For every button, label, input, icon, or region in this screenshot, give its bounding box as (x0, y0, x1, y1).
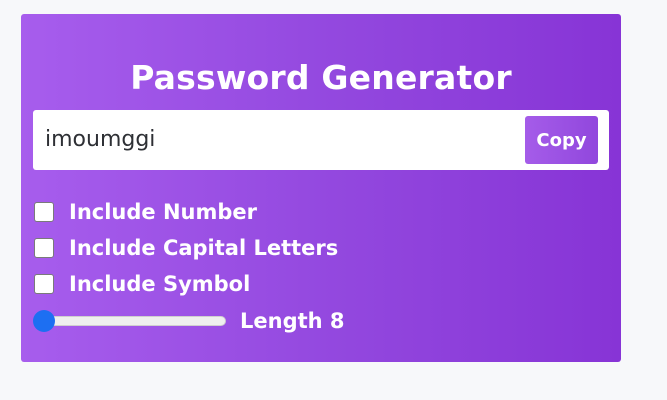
length-slider-thumb[interactable] (33, 310, 55, 332)
password-value: imoumggi (45, 127, 156, 152)
include-number-checkbox[interactable] (34, 202, 54, 222)
password-display: imoumggi Copy (33, 110, 609, 170)
include-capital-letters-checkbox[interactable] (34, 238, 54, 258)
copy-button[interactable]: Copy (525, 116, 598, 164)
include-symbol-checkbox[interactable] (34, 274, 54, 294)
password-generator-card: Password Generator imoumggi Copy Include… (21, 14, 621, 362)
include-capital-letters-label[interactable]: Include Capital Letters (69, 235, 338, 261)
length-label: Length 8 (240, 309, 345, 333)
include-number-label[interactable]: Include Number (69, 199, 257, 225)
option-include-capital-letters[interactable]: Include Capital Letters (34, 235, 338, 261)
length-control: Length 8 (33, 308, 345, 334)
include-symbol-label[interactable]: Include Symbol (69, 271, 250, 297)
page-title: Password Generator (130, 58, 512, 97)
length-slider[interactable] (33, 310, 226, 332)
option-include-number[interactable]: Include Number (34, 199, 257, 225)
option-include-symbol[interactable]: Include Symbol (34, 271, 250, 297)
